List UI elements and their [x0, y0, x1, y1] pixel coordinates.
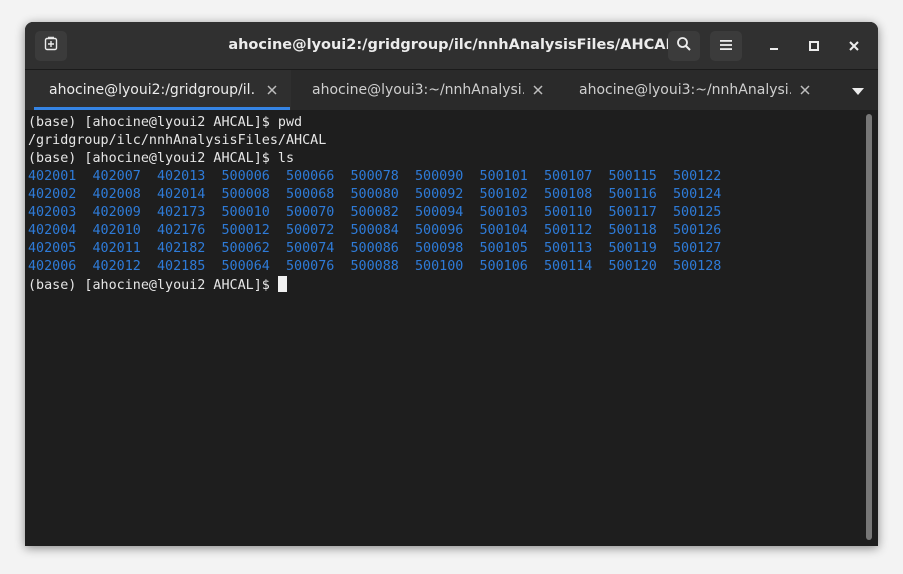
scrollbar-thumb[interactable] [866, 114, 872, 540]
tab-close-button[interactable] [532, 84, 544, 96]
terminal-window: ahocine@lyoui2:/gridgroup/ilc/nnhAnalysi… [25, 22, 878, 546]
terminal-output[interactable]: (base) [ahocine@lyoui2 AHCAL]$ pwd /grid… [25, 110, 878, 546]
tab-3[interactable]: ahocine@lyoui3:~/nnhAnalysi… [557, 70, 829, 110]
output-line-path: /gridgroup/ilc/nnhAnalysisFiles/AHCAL [28, 133, 327, 148]
minimize-icon [768, 37, 780, 56]
search-button[interactable] [668, 31, 700, 61]
command-line-pwd: (base) [ahocine@lyoui2 AHCAL]$ pwd [28, 115, 303, 130]
ls-output-row: 402001 402007 402013 500006 500066 50007… [28, 169, 722, 184]
tab-label: ahocine@lyoui3:~/nnhAnalysi… [579, 82, 791, 98]
minimize-button[interactable] [762, 34, 786, 58]
ls-output-row: 402006 402012 402185 500064 500076 50008… [28, 259, 722, 274]
close-button[interactable] [842, 34, 866, 58]
tab-close-button[interactable] [799, 84, 811, 96]
search-icon [676, 36, 692, 56]
tab-label: ahocine@lyoui2:/gridgroup/il… [49, 82, 255, 98]
maximize-icon [808, 37, 820, 56]
close-icon [267, 85, 277, 95]
header-bar: ahocine@lyoui2:/gridgroup/ilc/nnhAnalysi… [25, 22, 878, 70]
close-icon [848, 37, 860, 56]
prompt-text: (base) [ahocine@lyoui2 AHCAL]$ [28, 278, 278, 293]
ls-output-row: 402002 402008 402014 500008 500068 50008… [28, 187, 722, 202]
close-icon [800, 85, 810, 95]
ls-output-row: 402003 402009 402173 500010 500070 50008… [28, 205, 722, 220]
hamburger-menu-icon [719, 37, 733, 56]
text-cursor [277, 276, 287, 292]
tab-2[interactable]: ahocine@lyoui3:~/nnhAnalysi… [291, 70, 557, 110]
menu-button[interactable] [710, 31, 742, 61]
close-icon [533, 85, 543, 95]
tab-bar: ahocine@lyoui2:/gridgroup/il… ahocine@ly… [25, 70, 878, 110]
maximize-button[interactable] [802, 34, 826, 58]
ls-output-row: 402005 402011 402182 500062 500074 50008… [28, 241, 722, 256]
ls-output-row: 402004 402010 402176 500012 500072 50008… [28, 223, 722, 238]
new-tab-icon [43, 36, 59, 56]
tab-1[interactable]: ahocine@lyoui2:/gridgroup/il… [25, 70, 291, 110]
tabs-dropdown-button[interactable] [838, 70, 878, 110]
prompt-line: (base) [ahocine@lyoui2 AHCAL]$ [28, 276, 287, 294]
tab-close-button[interactable] [266, 84, 278, 96]
command-line-ls: (base) [ahocine@lyoui2 AHCAL]$ ls [28, 151, 295, 166]
chevron-down-icon [852, 81, 864, 100]
scrollbar[interactable] [863, 114, 875, 540]
tab-label: ahocine@lyoui3:~/nnhAnalysi… [312, 82, 524, 98]
window-title: ahocine@lyoui2:/gridgroup/ilc/nnhAnalysi… [228, 37, 675, 53]
new-tab-button[interactable] [35, 31, 67, 61]
